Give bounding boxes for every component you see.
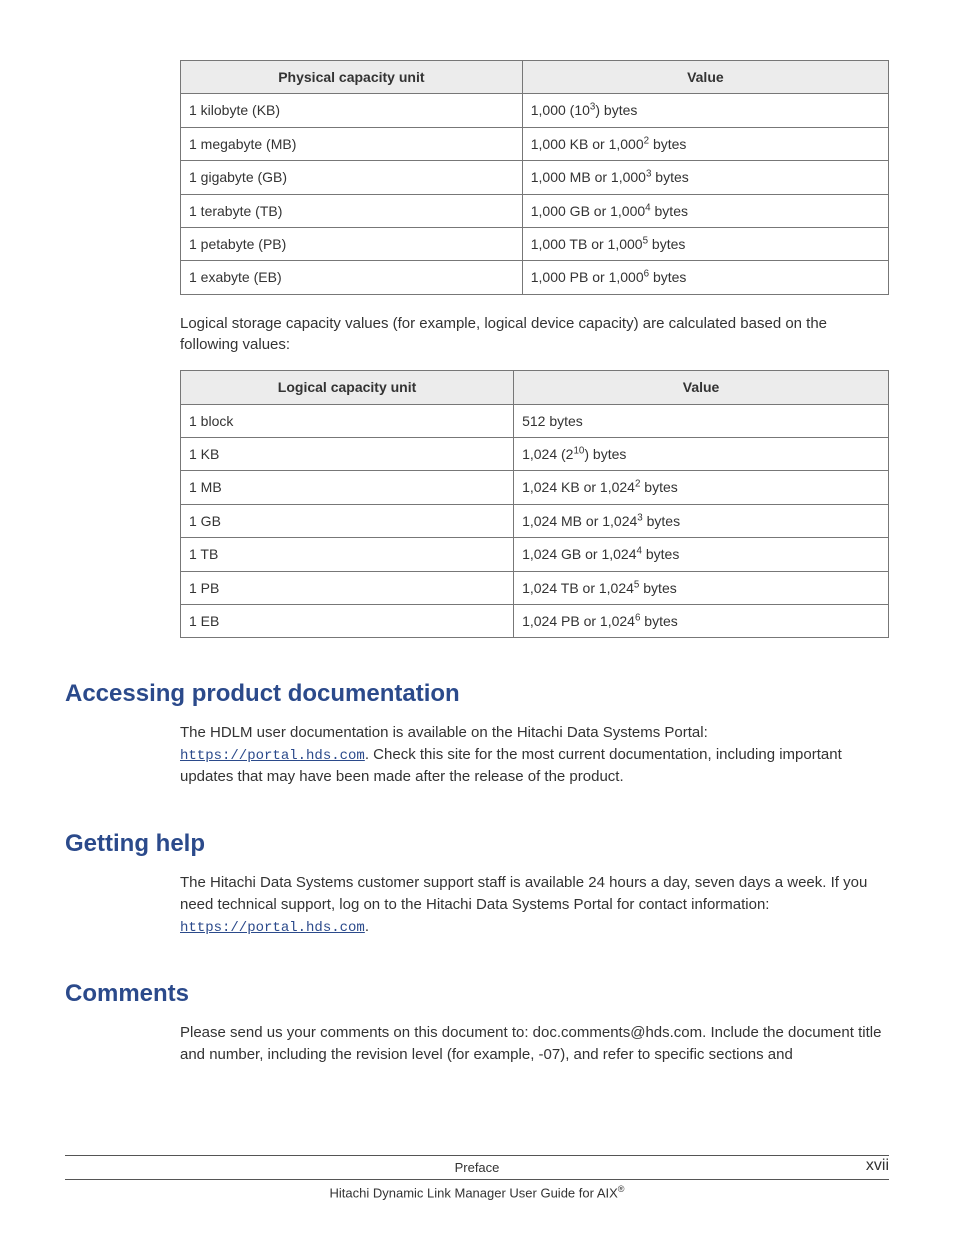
table-row: 1 TB1,024 GB or 1,0244 bytes bbox=[181, 538, 889, 571]
table-header: Value bbox=[522, 61, 888, 94]
heading-comments: Comments bbox=[65, 980, 889, 1008]
table-row: 1 block512 bytes bbox=[181, 404, 889, 437]
physical-capacity-table: Physical capacity unit Value 1 kilobyte … bbox=[180, 60, 889, 295]
value-cell: 1,000 (103) bytes bbox=[522, 94, 888, 127]
value-cell: 1,000 MB or 1,0003 bytes bbox=[522, 161, 888, 194]
portal-link[interactable]: https://portal.hds.com bbox=[180, 920, 365, 936]
page-number: xvii bbox=[866, 1157, 889, 1175]
comments-paragraph: Please send us your comments on this doc… bbox=[180, 1022, 889, 1066]
footer-doc-title: Hitachi Dynamic Link Manager User Guide … bbox=[65, 1179, 889, 1200]
help-paragraph: The Hitachi Data Systems customer suppor… bbox=[180, 872, 889, 938]
unit-cell: 1 block bbox=[181, 404, 514, 437]
accessing-paragraph: The HDLM user documentation is available… bbox=[180, 722, 889, 788]
value-cell: 1,024 MB or 1,0243 bytes bbox=[514, 504, 889, 537]
value-cell: 1,024 GB or 1,0244 bytes bbox=[514, 538, 889, 571]
value-cell: 1,000 PB or 1,0006 bytes bbox=[522, 261, 888, 294]
unit-cell: 1 terabyte (TB) bbox=[181, 194, 523, 227]
unit-cell: 1 gigabyte (GB) bbox=[181, 161, 523, 194]
footer-section-title: Preface bbox=[65, 1155, 889, 1175]
table-row: 1 PB1,024 TB or 1,0245 bytes bbox=[181, 571, 889, 604]
unit-cell: 1 exabyte (EB) bbox=[181, 261, 523, 294]
logical-intro-paragraph: Logical storage capacity values (for exa… bbox=[180, 313, 889, 357]
table-row: 1 MB1,024 KB or 1,0242 bytes bbox=[181, 471, 889, 504]
unit-cell: 1 kilobyte (KB) bbox=[181, 94, 523, 127]
unit-cell: 1 PB bbox=[181, 571, 514, 604]
value-cell: 1,024 (210) bytes bbox=[514, 438, 889, 471]
page-footer: xvii Preface Hitachi Dynamic Link Manage… bbox=[65, 1155, 889, 1200]
unit-cell: 1 KB bbox=[181, 438, 514, 471]
value-cell: 1,000 TB or 1,0005 bytes bbox=[522, 227, 888, 260]
table-row: 1 megabyte (MB)1,000 KB or 1,0002 bytes bbox=[181, 127, 889, 160]
unit-cell: 1 petabyte (PB) bbox=[181, 227, 523, 260]
table-header: Logical capacity unit bbox=[181, 371, 514, 404]
table-header: Physical capacity unit bbox=[181, 61, 523, 94]
unit-cell: 1 megabyte (MB) bbox=[181, 127, 523, 160]
table-row: 1 gigabyte (GB)1,000 MB or 1,0003 bytes bbox=[181, 161, 889, 194]
table-row: 1 exabyte (EB)1,000 PB or 1,0006 bytes bbox=[181, 261, 889, 294]
table-row: 1 EB1,024 PB or 1,0246 bytes bbox=[181, 604, 889, 637]
value-cell: 1,000 GB or 1,0004 bytes bbox=[522, 194, 888, 227]
unit-cell: 1 MB bbox=[181, 471, 514, 504]
value-cell: 1,024 TB or 1,0245 bytes bbox=[514, 571, 889, 604]
table-header: Value bbox=[514, 371, 889, 404]
unit-cell: 1 GB bbox=[181, 504, 514, 537]
portal-link[interactable]: https://portal.hds.com bbox=[180, 748, 365, 764]
heading-getting-help: Getting help bbox=[65, 830, 889, 858]
table-row: 1 kilobyte (KB)1,000 (103) bytes bbox=[181, 94, 889, 127]
unit-cell: 1 TB bbox=[181, 538, 514, 571]
heading-accessing-documentation: Accessing product documentation bbox=[65, 680, 889, 708]
unit-cell: 1 EB bbox=[181, 604, 514, 637]
table-row: 1 KB1,024 (210) bytes bbox=[181, 438, 889, 471]
table-row: 1 petabyte (PB)1,000 TB or 1,0005 bytes bbox=[181, 227, 889, 260]
table-row: 1 terabyte (TB)1,000 GB or 1,0004 bytes bbox=[181, 194, 889, 227]
logical-capacity-table: Logical capacity unit Value 1 block512 b… bbox=[180, 370, 889, 638]
value-cell: 512 bytes bbox=[514, 404, 889, 437]
value-cell: 1,024 PB or 1,0246 bytes bbox=[514, 604, 889, 637]
value-cell: 1,024 KB or 1,0242 bytes bbox=[514, 471, 889, 504]
table-row: 1 GB1,024 MB or 1,0243 bytes bbox=[181, 504, 889, 537]
value-cell: 1,000 KB or 1,0002 bytes bbox=[522, 127, 888, 160]
